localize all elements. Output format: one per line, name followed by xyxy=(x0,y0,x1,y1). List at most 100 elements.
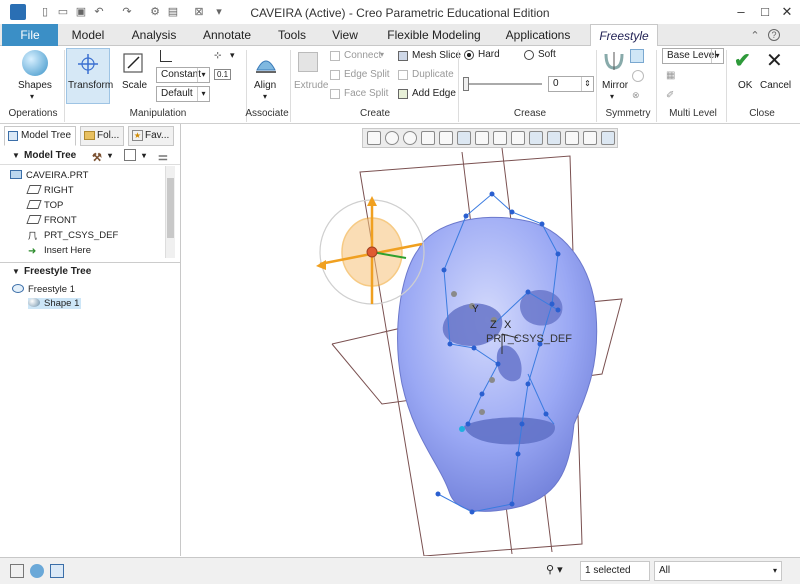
align-label[interactable]: Align xyxy=(254,80,276,91)
graphics-viewport[interactable]: Z X Y PRT_CSYS_DEF xyxy=(182,124,798,556)
symmetry-axis-icon: ⊗ xyxy=(632,90,640,100)
tab-favorites[interactable]: ★ Fav... xyxy=(128,126,174,146)
tree-item-freestyle-1[interactable]: Freestyle 1 xyxy=(12,284,75,295)
full-screen-icon[interactable] xyxy=(50,564,64,578)
group-associate-label: Associate xyxy=(245,108,289,119)
dragger-up-arrow[interactable] xyxy=(367,196,377,206)
model-tree-scrollbar[interactable] xyxy=(165,166,175,258)
cancel-label[interactable]: Cancel xyxy=(760,80,791,91)
selection-filter-combo[interactable]: All ▾ xyxy=(654,561,782,581)
scale-icon[interactable] xyxy=(122,52,144,74)
minimize-ribbon-icon[interactable]: ⌃ xyxy=(748,29,762,43)
help-icon[interactable]: ? xyxy=(768,29,780,41)
tree-columns-icon[interactable] xyxy=(124,149,136,161)
perspective-view-icon[interactable] xyxy=(493,131,507,145)
scale-label[interactable]: Scale xyxy=(122,80,147,91)
tab-analysis[interactable]: Analysis xyxy=(120,24,188,46)
mirror-dropdown-icon[interactable]: ▾ xyxy=(610,92,614,101)
csys-display-icon[interactable] xyxy=(601,131,615,145)
cancel-x-icon[interactable]: ✕ xyxy=(766,48,783,73)
tree-item-prt-csys-def[interactable]: ⺇ PRT_CSYS_DEF xyxy=(28,230,118,241)
collapse-model-tree-icon[interactable]: ▼ xyxy=(12,147,20,165)
crease-slider-track[interactable] xyxy=(466,83,542,85)
add-edge-icon[interactable] xyxy=(398,89,408,99)
repaint-icon[interactable] xyxy=(421,131,435,145)
ok-check-icon[interactable]: ✔ xyxy=(734,48,751,73)
filter-dropdown-icon[interactable]: ▾ xyxy=(773,562,777,580)
group-operations-label[interactable]: Operations xyxy=(6,108,60,119)
collapse-freestyle-tree-icon[interactable]: ▼ xyxy=(12,263,20,281)
shapes-label[interactable]: Shapes xyxy=(18,80,52,91)
minimize-button[interactable]: – xyxy=(730,2,752,22)
annotation-display-icon[interactable] xyxy=(529,131,543,145)
find-binoculars-icon[interactable]: ⚲ ▾ xyxy=(546,563,576,579)
hard-radio[interactable] xyxy=(464,50,474,60)
spin-center-icon[interactable] xyxy=(511,131,525,145)
shapes-dropdown-icon[interactable]: ▾ xyxy=(30,92,34,101)
increment-value[interactable]: 0.1 xyxy=(214,69,232,80)
tree-item-right[interactable]: RIGHT xyxy=(26,185,74,196)
tree-settings-icon[interactable]: ⚒ xyxy=(92,149,106,164)
drag-mode-icon[interactable]: ⊹ xyxy=(214,50,226,62)
shapes-icon[interactable] xyxy=(22,50,48,76)
mirror-icon[interactable] xyxy=(602,50,626,72)
navigator-toggle-icon[interactable] xyxy=(10,564,24,578)
ribbon: Shapes ▾ Transform Scale Constant ▾ Defau… xyxy=(0,46,800,124)
crease-value-input[interactable]: 0 ⇕ xyxy=(548,76,594,92)
tree-columns-dropdown-icon[interactable]: ▾ xyxy=(142,147,146,165)
level-up-icon: ▦ xyxy=(666,70,676,81)
ok-label[interactable]: OK xyxy=(738,80,752,91)
group-close-label: Close xyxy=(749,108,775,119)
plane-display-icon[interactable] xyxy=(547,131,561,145)
tab-file[interactable]: File xyxy=(2,24,58,46)
base-level-combo[interactable]: Base Level ▾ xyxy=(662,48,724,64)
tab-view[interactable]: View xyxy=(322,24,368,46)
add-edge-label[interactable]: Add Edge xyxy=(412,88,456,99)
crease-slider-thumb[interactable] xyxy=(463,77,469,91)
drag-mode-dropdown-icon[interactable]: ▾ xyxy=(230,50,240,62)
model-tree-scroll-thumb[interactable] xyxy=(167,178,174,238)
angle-icon[interactable] xyxy=(160,50,172,62)
mesh-slice-label[interactable]: Mesh Slice xyxy=(412,50,461,61)
point-display-icon[interactable] xyxy=(583,131,597,145)
zoom-out-icon[interactable] xyxy=(403,131,417,145)
align-icon[interactable] xyxy=(254,50,278,76)
browser-toggle-icon[interactable] xyxy=(30,564,44,578)
tree-item-shape-1[interactable]: Shape 1 xyxy=(28,298,82,309)
model-graphics[interactable]: Z X Y PRT_CSYS_DEF xyxy=(182,124,798,556)
constant-combo[interactable]: Constant ▾ xyxy=(156,67,210,83)
dragger-center[interactable] xyxy=(366,246,378,258)
default-combo[interactable]: Default ▾ xyxy=(156,86,210,102)
align-dropdown-icon[interactable]: ▾ xyxy=(263,92,267,101)
zoom-in-icon[interactable] xyxy=(385,131,399,145)
soft-radio[interactable] xyxy=(524,50,534,60)
display-style-icon[interactable] xyxy=(439,131,453,145)
axis-display-icon[interactable] xyxy=(565,131,579,145)
tab-flexible-modeling[interactable]: Flexible Modeling xyxy=(378,24,490,46)
tree-filter-icon[interactable]: ⚌ xyxy=(158,148,168,166)
part-icon xyxy=(10,170,22,179)
tab-freestyle[interactable]: Freestyle xyxy=(590,24,658,47)
mesh-slice-icon[interactable] xyxy=(398,51,408,61)
saved-orientations-icon[interactable] xyxy=(457,131,471,145)
tree-item-top[interactable]: TOP xyxy=(26,200,63,211)
close-button[interactable]: ✕ xyxy=(776,2,798,22)
csys-icon: ⺇ xyxy=(28,231,38,241)
tree-settings-dropdown-icon[interactable]: ▾ xyxy=(108,147,112,165)
symmetry-plane-icon[interactable] xyxy=(630,49,644,63)
tab-annotate[interactable]: Annotate xyxy=(194,24,260,46)
tree-item-insert-here[interactable]: ➜ Insert Here xyxy=(28,245,91,257)
tree-item-caveira-prt[interactable]: CAVEIRA.PRT xyxy=(10,170,88,181)
view-manager-icon[interactable] xyxy=(475,131,489,145)
tab-model[interactable]: Model xyxy=(62,24,114,46)
tab-folder-browser[interactable]: Fol... xyxy=(80,126,124,146)
mirror-label[interactable]: Mirror xyxy=(602,80,628,91)
tab-applications[interactable]: Applications xyxy=(498,24,578,46)
tab-tools[interactable]: Tools xyxy=(266,24,318,46)
edge-split-label: Edge Split xyxy=(344,69,390,80)
tree-item-front[interactable]: FRONT xyxy=(26,215,77,226)
refit-icon[interactable] xyxy=(367,131,381,145)
edge-split-icon xyxy=(330,70,340,80)
maximize-button[interactable]: □ xyxy=(754,2,776,22)
tab-model-tree[interactable]: Model Tree xyxy=(4,126,76,146)
